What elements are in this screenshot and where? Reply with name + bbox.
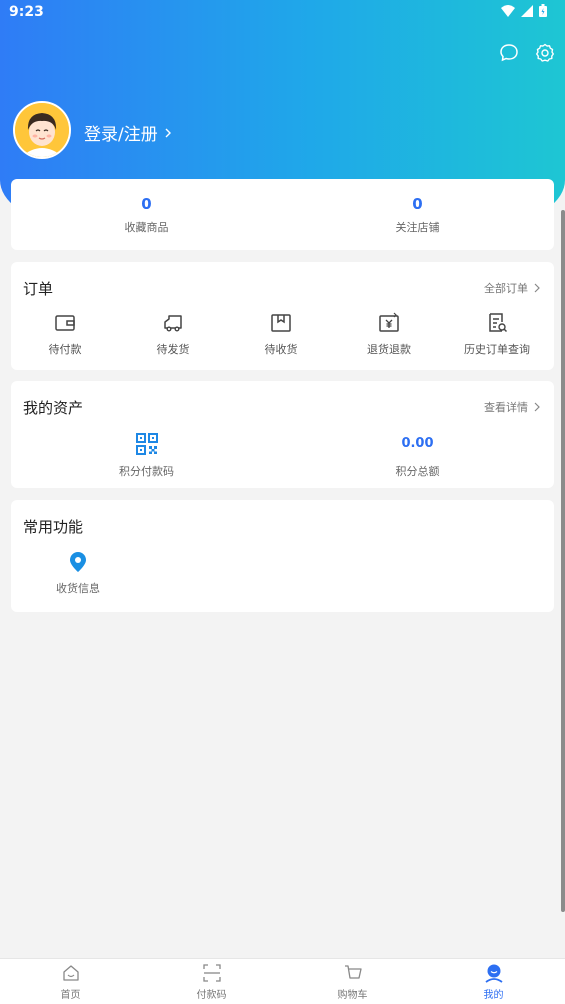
profile-icon [484,964,503,983]
wifi-icon [501,4,515,17]
status-time: 9:23 [9,4,44,20]
common-functions-title: 常用功能 [23,518,84,536]
refund-item[interactable]: 退货退款 [335,311,443,357]
battery-icon [539,4,547,17]
points-pay-code-label: 积分付款码 [119,465,174,478]
avatar-face-icon [15,103,69,157]
scan-code-icon [202,964,221,982]
location-pin-icon [70,552,86,572]
favorite-products-stat[interactable]: 0 收藏商品 [11,195,282,235]
cart-icon [344,965,362,979]
followed-stores-stat[interactable]: 0 关注店铺 [282,195,553,235]
common-functions-card: 常用功能 收货信息 [11,500,554,612]
points-total-label: 积分总额 [395,465,440,478]
avatar[interactable] [13,101,71,159]
wallet-icon [55,315,75,331]
truck-icon [164,315,182,332]
chevron-right-icon [165,128,171,137]
all-orders-link[interactable]: 全部订单 [484,280,540,296]
orders-title: 订单 [23,280,54,298]
bottom-tab-bar: 首页 付款码 购物车 我的 [0,958,565,1004]
shipping-info-item[interactable]: 收货信息 [23,550,133,596]
signal-icon [521,4,533,17]
shipping-info-label: 收货信息 [56,582,100,595]
view-details-link[interactable]: 查看详情 [484,399,540,415]
all-orders-label: 全部订单 [484,282,528,295]
settings-icon[interactable] [535,43,555,63]
followed-stores-label: 关注店铺 [395,221,440,234]
package-icon [271,314,291,332]
order-search-icon [489,313,508,333]
tab-pay-code-label: 付款码 [196,990,227,1001]
login-register-link[interactable]: 登录/注册 [84,120,172,145]
pending-shipment-item[interactable]: 待发货 [119,311,227,357]
assets-title: 我的资产 [23,399,84,417]
followed-stores-count: 0 [412,195,423,213]
order-history-label: 历史订单查询 [464,343,530,356]
refund-icon [379,312,399,332]
chevron-right-icon [534,283,540,293]
pending-shipment-label: 待发货 [156,343,190,356]
message-icon[interactable] [499,43,519,63]
points-total-item[interactable]: 0.00 积分总额 [282,432,553,479]
tab-cart-label: 购物车 [337,990,368,1001]
orders-card: 订单 全部订单 待付款 待发货 待收货 退货退款 历史订单查询 [11,262,554,370]
tab-pay-code[interactable]: 付款码 [141,963,282,1001]
my-assets-card: 我的资产 查看详情 积分付款码 0.00 积分总额 [11,381,554,488]
status-icons [501,4,547,17]
favorite-products-count: 0 [141,195,152,213]
tab-home-label: 首页 [60,990,81,1001]
status-bar: 9:23 [0,0,565,24]
header-actions [499,43,555,63]
tab-profile[interactable]: 我的 [423,963,564,1001]
home-icon [62,965,79,981]
points-total-value: 0.00 [401,436,434,451]
qr-code-icon [135,433,158,455]
chevron-right-icon [534,402,540,412]
view-details-label: 查看详情 [484,401,528,414]
points-pay-code-item[interactable]: 积分付款码 [11,432,282,479]
scrollbar[interactable] [561,210,565,912]
tab-profile-label: 我的 [483,990,504,1001]
order-history-item[interactable]: 历史订单查询 [443,311,551,357]
refund-label: 退货退款 [367,343,411,356]
pending-payment-item[interactable]: 待付款 [11,311,119,357]
favorite-products-label: 收藏商品 [124,221,169,234]
pending-receipt-item[interactable]: 待收货 [227,311,335,357]
favorites-stats-card: 0 收藏商品 0 关注店铺 [11,179,554,250]
pending-payment-label: 待付款 [48,343,82,356]
tab-home[interactable]: 首页 [0,963,141,1001]
login-register-label: 登录/注册 [84,125,158,145]
pending-receipt-label: 待收货 [264,343,298,356]
tab-cart[interactable]: 购物车 [282,963,423,1001]
